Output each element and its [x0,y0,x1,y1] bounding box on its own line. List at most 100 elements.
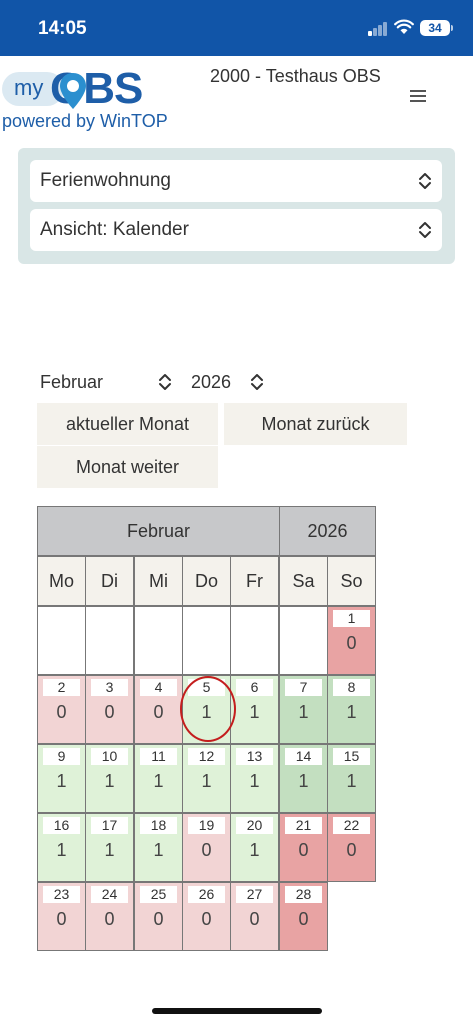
day-availability-value: 1 [249,702,260,722]
day-number: 18 [140,817,177,834]
calendar-day-cell[interactable]: 17 1 [85,813,134,882]
day-availability-value: 0 [298,909,309,929]
day-number: 12 [188,748,225,765]
day-availability-value: 1 [104,771,115,791]
calendar-day-cell[interactable]: 40 [134,675,183,744]
unit-select-value: Ferienwohnung [40,170,171,191]
empty-day-cell [85,606,134,675]
day-availability-value: 0 [153,702,164,722]
day-number: 28 [285,886,322,903]
logo-my: my [14,75,44,100]
day-availability-value: 1 [201,771,212,791]
calendar-day-cell[interactable]: 91 [37,744,86,813]
day-number: 27 [236,886,273,903]
calendar-day-cell[interactable]: 81 [327,675,376,744]
day-availability-value: 0 [346,633,357,653]
day-availability-value: 1 [56,771,67,791]
calendar-day-cell[interactable]: 28 0 [279,882,328,951]
day-number: 26 [188,886,225,903]
empty-day-cell [37,606,86,675]
year-select[interactable]: 2026 [191,372,231,393]
calendar-day-cell[interactable]: 15 1 [327,744,376,813]
current-month-button[interactable]: aktueller Monat [37,403,218,445]
day-number: 6 [236,679,273,696]
calendar-day-cell[interactable]: 18 1 [134,813,183,882]
calendar-day-cell[interactable]: 26 0 [182,882,231,951]
app-logo[interactable]: my OBS powered by WinTOP [2,64,168,136]
wifi-icon [394,19,414,34]
day-availability-value: 1 [249,771,260,791]
battery-tip [451,25,453,31]
day-number: 16 [43,817,80,834]
updown-chevron-icon [419,173,431,189]
day-number: 22 [333,817,370,834]
calendar-year-header: 2026 [279,506,376,556]
weekday-header-fr: Fr [230,556,279,606]
day-number: 14 [285,748,322,765]
calendar-day-cell[interactable]: 20 1 [230,813,279,882]
unit-select[interactable]: Ferienwohnung [30,160,442,202]
calendar-day-cell[interactable]: 10 1 [85,744,134,813]
calendar-day-cell[interactable]: 71 [279,675,328,744]
calendar-day-cell[interactable]: 51 [182,675,231,744]
calendar-day-cell[interactable]: 25 0 [134,882,183,951]
calendar-day-cell[interactable]: 19 0 [182,813,231,882]
updown-chevron-icon [419,222,431,238]
month-select[interactable]: Februar [40,372,103,393]
weekday-header-so: So [327,556,376,606]
day-number: 5 [188,679,225,696]
day-availability-value: 0 [298,840,309,860]
hamburger-menu-icon[interactable] [410,90,426,102]
day-availability-value: 1 [153,840,164,860]
calendar-day-cell[interactable]: 13 1 [230,744,279,813]
day-availability-value: 0 [201,909,212,929]
month-updown-chevron-icon[interactable] [158,372,172,392]
calendar-day-cell[interactable]: 24 0 [85,882,134,951]
day-availability-value: 0 [104,702,115,722]
calendar-day-cell[interactable]: 11 1 [134,744,183,813]
day-number: 2 [43,679,80,696]
calendar-day-cell[interactable]: 12 1 [182,744,231,813]
day-number: 10 [91,748,128,765]
location-pin-icon [60,73,86,109]
month-forward-button[interactable]: Monat weiter [37,446,218,488]
calendar-day-cell[interactable]: 23 0 [37,882,86,951]
day-number: 11 [140,748,177,765]
day-availability-value: 0 [201,840,212,860]
calendar-day-cell[interactable]: 16 1 [37,813,86,882]
day-number: 21 [285,817,322,834]
day-availability-value: 1 [346,771,357,791]
view-select[interactable]: Ansicht: Kalender [30,209,442,251]
year-updown-chevron-icon[interactable] [250,372,264,392]
view-select-value: Ansicht: Kalender [40,219,189,240]
page-title: 2000 - Testhaus OBS [210,66,381,86]
day-number: 24 [91,886,128,903]
calendar-day-cell[interactable]: 30 [85,675,134,744]
day-availability-value: 0 [56,702,67,722]
day-availability-value: 1 [104,840,115,860]
day-availability-value: 1 [298,702,309,722]
logo-tagline: powered by WinTOP [2,111,168,131]
calendar-day-cell[interactable]: 21 0 [279,813,328,882]
day-number: 19 [188,817,225,834]
filter-panel: Ferienwohnung Ansicht: Kalender [18,148,455,264]
calendar-day-cell[interactable]: 10 [327,606,376,675]
cellular-signal-icon [368,22,388,36]
day-number: 20 [236,817,273,834]
day-availability-value: 1 [346,702,357,722]
day-availability-value: 1 [298,771,309,791]
status-time: 14:05 [38,18,87,39]
day-number: 1 [333,610,370,627]
day-availability-value: 0 [346,840,357,860]
calendar-day-cell[interactable]: 61 [230,675,279,744]
day-availability-value: 1 [201,702,212,722]
weekday-header-di: Di [85,556,134,606]
month-back-button[interactable]: Monat zurück [224,403,407,445]
calendar-day-cell[interactable]: 27 0 [230,882,279,951]
calendar-day-cell[interactable]: 14 1 [279,744,328,813]
calendar-day-cell[interactable]: 20 [37,675,86,744]
weekday-header-sa: Sa [279,556,328,606]
calendar-day-cell[interactable]: 22 0 [327,813,376,882]
weekday-header-mo: Mo [37,556,86,606]
battery-icon: 34 [420,20,450,36]
